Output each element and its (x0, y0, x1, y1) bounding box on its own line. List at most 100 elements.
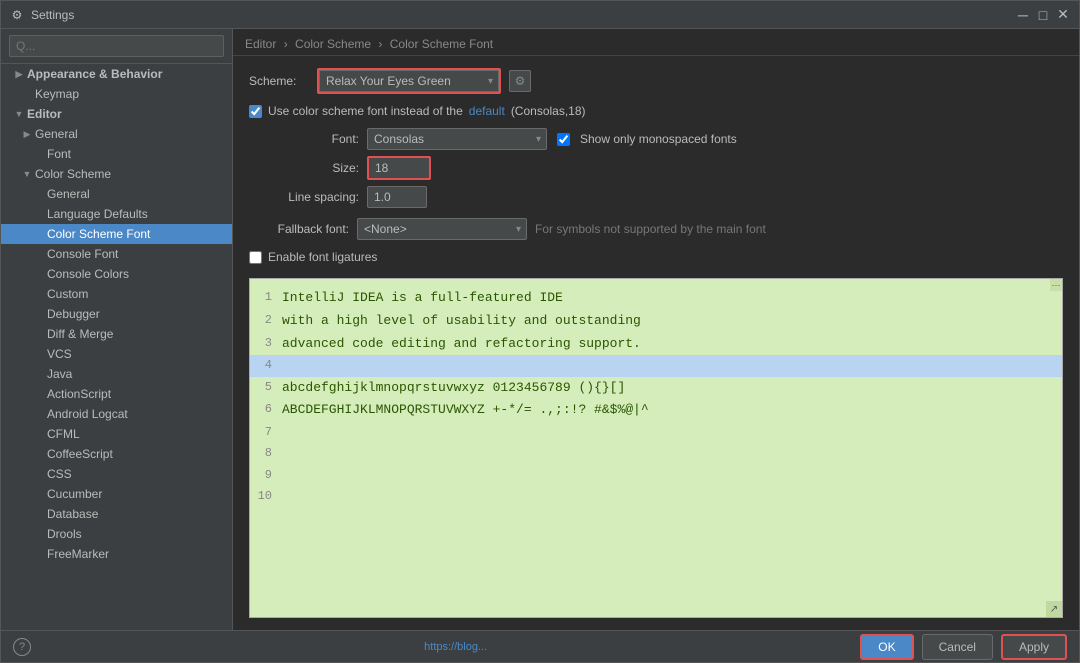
arrow-icon: ▶ (13, 69, 25, 80)
fallback-label: Fallback font: (249, 222, 349, 236)
font-label: Font: (249, 132, 359, 146)
sidebar-item-debugger[interactable]: Debugger (1, 304, 232, 324)
font-select[interactable]: Consolas Arial Courier New Monaco (367, 128, 547, 150)
sidebar-item-label: Diff & Merge (47, 327, 113, 341)
panel-content: Scheme: Relax Your Eyes Green Default Da… (233, 56, 1079, 630)
search-box (1, 29, 232, 64)
sidebar-item-label: ActionScript (47, 387, 111, 401)
title-bar: ⚙ Settings ─ □ ✕ (1, 1, 1079, 29)
sidebar-item-label: CoffeeScript (47, 447, 113, 461)
sidebar-item-label: Java (47, 367, 72, 381)
sidebar-item-label: Drools (47, 527, 82, 541)
sidebar-item-label: Font (47, 147, 71, 161)
line-content: advanced code editing and refactoring su… (282, 334, 641, 355)
show-monospaced-checkbox[interactable] (557, 133, 570, 146)
scheme-gear-button[interactable]: ⚙ (509, 70, 531, 92)
ligatures-checkbox[interactable] (249, 251, 262, 264)
main-panel: Editor › Color Scheme › Color Scheme Fon… (233, 29, 1079, 630)
scheme-row: Scheme: Relax Your Eyes Green Default Da… (249, 68, 1063, 94)
search-input[interactable] (9, 35, 224, 57)
sidebar-item-appearance[interactable]: ▶ Appearance & Behavior (1, 64, 232, 84)
code-line: 7 (250, 422, 1062, 443)
sidebar-item-label: Editor (27, 107, 62, 121)
line-content: with a high level of usability and outst… (282, 311, 641, 332)
help-button[interactable]: ? (13, 638, 31, 656)
cancel-button[interactable]: Cancel (922, 634, 993, 660)
show-monospaced-label: Show only monospaced fonts (580, 132, 737, 146)
sidebar-item-console-colors[interactable]: Console Colors (1, 264, 232, 284)
main-content: ▶ Appearance & Behavior Keymap ▼ Editor … (1, 29, 1079, 630)
sidebar-item-css[interactable]: CSS (1, 464, 232, 484)
sidebar-item-actionscript[interactable]: ActionScript (1, 384, 232, 404)
sidebar-item-label: Console Font (47, 247, 118, 261)
size-label: Size: (249, 161, 359, 175)
settings-tree: ▶ Appearance & Behavior Keymap ▼ Editor … (1, 64, 232, 630)
code-line: 10 (250, 486, 1062, 507)
sidebar-item-freemarker[interactable]: FreeMarker (1, 544, 232, 564)
line-spacing-input[interactable] (367, 186, 427, 208)
sidebar-item-console-font[interactable]: Console Font (1, 244, 232, 264)
line-content: IntelliJ IDEA is a full-featured IDE (282, 288, 563, 309)
sidebar-item-coffeescript[interactable]: CoffeeScript (1, 444, 232, 464)
line-number: 5 (250, 378, 282, 399)
bottom-bar: ? https://blog... OK Cancel Apply (1, 630, 1079, 662)
scheme-label: Scheme: (249, 74, 309, 88)
sidebar-item-drools[interactable]: Drools (1, 524, 232, 544)
sidebar: ▶ Appearance & Behavior Keymap ▼ Editor … (1, 29, 233, 630)
line-number: 8 (250, 444, 282, 463)
default-font-link[interactable]: default (469, 104, 505, 118)
sidebar-item-general[interactable]: ▶ General (1, 124, 232, 144)
fallback-select-wrap: <None> Arial Times New Roman ▾ (357, 218, 527, 240)
maximize-button[interactable]: □ (1035, 7, 1051, 23)
sidebar-item-label: Custom (47, 287, 88, 301)
sidebar-item-label: CSS (47, 467, 72, 481)
sidebar-item-cfml[interactable]: CFML (1, 424, 232, 444)
sidebar-item-font[interactable]: Font (1, 144, 232, 164)
sidebar-item-editor[interactable]: ▼ Editor (1, 104, 232, 124)
arrow-icon: ▼ (21, 169, 33, 179)
sidebar-item-cucumber[interactable]: Cucumber (1, 484, 232, 504)
code-line: 8 (250, 443, 1062, 464)
sidebar-item-color-scheme[interactable]: ▼ Color Scheme (1, 164, 232, 184)
sidebar-item-java[interactable]: Java (1, 364, 232, 384)
sidebar-item-label: VCS (47, 347, 72, 361)
sidebar-item-lang-defaults[interactable]: Language Defaults (1, 204, 232, 224)
fallback-select[interactable]: <None> Arial Times New Roman (357, 218, 527, 240)
use-font-label: Use color scheme font instead of the (268, 104, 463, 118)
line-number: 4 (250, 356, 282, 375)
sidebar-item-vcs[interactable]: VCS (1, 344, 232, 364)
apply-button[interactable]: Apply (1001, 634, 1067, 660)
sidebar-item-label: General (35, 127, 78, 141)
sidebar-item-label: Console Colors (47, 267, 129, 281)
preview-container: ⋯ 1IntelliJ IDEA is a full-featured IDE2… (249, 278, 1063, 618)
ok-button[interactable]: OK (860, 634, 913, 660)
code-line: 6ABCDEFGHIJKLMNOPQRSTUVWXYZ +-*/= .,;:!?… (250, 399, 1062, 422)
fallback-row: Fallback font: <None> Arial Times New Ro… (249, 218, 1063, 240)
scheme-select[interactable]: Relax Your Eyes Green Default Darcula Hi… (319, 70, 499, 92)
sidebar-item-label: Keymap (35, 87, 79, 101)
font-control-wrap: Consolas Arial Courier New Monaco ▾ Show… (367, 128, 1063, 150)
expand-preview-button[interactable]: ↗ (1046, 601, 1062, 617)
sidebar-item-custom[interactable]: Custom (1, 284, 232, 304)
arrow-icon: ▼ (13, 109, 25, 119)
size-input-wrap (367, 156, 431, 180)
sidebar-item-label: FreeMarker (47, 547, 109, 561)
default-font-detail: (Consolas,18) (511, 104, 586, 118)
sidebar-item-keymap[interactable]: Keymap (1, 84, 232, 104)
sidebar-item-label: Debugger (47, 307, 100, 321)
sidebar-item-cs-general[interactable]: General (1, 184, 232, 204)
line-spacing-control-wrap (367, 186, 1063, 208)
minimize-button[interactable]: ─ (1015, 7, 1031, 23)
window-title: Settings (31, 8, 1015, 22)
use-font-checkbox[interactable] (249, 105, 262, 118)
code-line: 5abcdefghijklmnopqrstuvwxyz 0123456789 (… (250, 377, 1062, 400)
sidebar-item-android-logcat[interactable]: Android Logcat (1, 404, 232, 424)
sidebar-item-diff-merge[interactable]: Diff & Merge (1, 324, 232, 344)
sidebar-item-label: Color Scheme Font (47, 227, 150, 241)
sidebar-item-cs-font[interactable]: Color Scheme Font (1, 224, 232, 244)
line-content: abcdefghijklmnopqrstuvwxyz 0123456789 ()… (282, 378, 625, 399)
size-input[interactable] (369, 158, 429, 178)
breadcrumb: Editor › Color Scheme › Color Scheme Fon… (233, 29, 1079, 56)
close-button[interactable]: ✕ (1055, 7, 1071, 23)
sidebar-item-database[interactable]: Database (1, 504, 232, 524)
